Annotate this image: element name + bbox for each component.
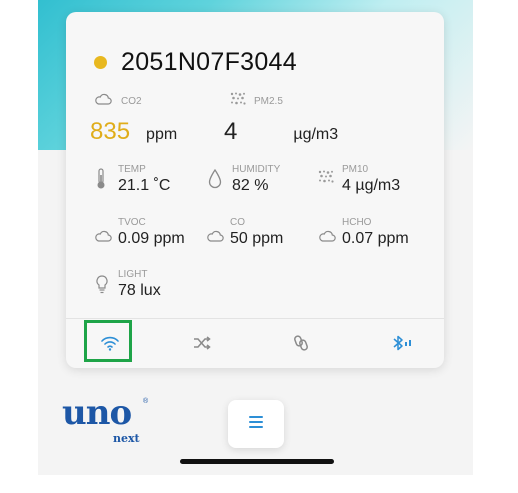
pm25-value: 4 xyxy=(224,118,238,145)
pm25-metric: PM2.5 xyxy=(230,92,283,110)
pm10-value: 4 µg/m3 xyxy=(342,177,401,194)
uno-next-logo: uno ® next xyxy=(62,396,157,448)
link-icon xyxy=(294,333,308,358)
co2-label: CO2 xyxy=(121,95,142,107)
tab-divider xyxy=(66,318,444,319)
pm10-metric: PM10 4 µg/m3 xyxy=(318,164,400,195)
cloud-icon xyxy=(206,229,224,248)
humidity-metric: HUMIDITY 82 % xyxy=(208,164,280,195)
temp-metric: TEMP 21.1 ˚C xyxy=(96,164,170,195)
co-value: 50 ppm xyxy=(230,230,284,247)
co2-value: 835 xyxy=(90,118,131,145)
lightbulb-icon xyxy=(96,275,108,300)
device-id: 2051N07F3044 xyxy=(121,48,297,76)
logo-sub: next xyxy=(113,432,140,445)
hcho-label: HCHO xyxy=(342,217,372,228)
tab-bluetooth[interactable] xyxy=(388,330,418,360)
tvoc-value: 0.09 ppm xyxy=(118,230,185,247)
tvoc-metric: TVOC 0.09 ppm xyxy=(94,217,185,248)
device-header: 2051N07F3044 xyxy=(94,48,297,77)
co2-metric: CO2 xyxy=(94,92,142,110)
pm25-reading: 4 µg/m3 xyxy=(224,118,338,146)
co2-unit: ppm xyxy=(146,126,178,143)
tab-shuffle[interactable] xyxy=(187,330,217,360)
light-value: 78 lux xyxy=(118,282,161,299)
tab-link[interactable] xyxy=(286,330,316,360)
co2-reading: 835 ppm xyxy=(90,118,177,146)
cloud-icon xyxy=(318,229,336,248)
logo-registered: ® xyxy=(143,398,149,405)
hcho-metric: HCHO 0.07 ppm xyxy=(318,217,409,248)
thermometer-icon xyxy=(96,168,106,195)
device-card[interactable]: 2051N07F3044 CO2 835 ppm PM2.5 4 µg/m3 T… xyxy=(66,12,444,368)
light-metric: LIGHT 78 lux xyxy=(96,269,161,300)
particles-icon xyxy=(318,170,334,195)
droplet-icon xyxy=(208,168,222,195)
shuffle-icon xyxy=(192,335,212,356)
cloud-icon xyxy=(94,92,112,110)
pm25-unit: µg/m3 xyxy=(293,126,339,143)
particles-icon xyxy=(230,92,246,111)
hcho-value: 0.07 ppm xyxy=(342,230,409,247)
tvoc-label: TVOC xyxy=(118,217,146,228)
menu-button[interactable] xyxy=(228,400,284,448)
status-dot xyxy=(94,56,107,69)
light-label: LIGHT xyxy=(118,269,148,280)
humidity-label: HUMIDITY xyxy=(232,164,281,175)
selected-tab-highlight xyxy=(84,320,132,362)
pm10-label: PM10 xyxy=(342,164,369,175)
bluetooth-icon xyxy=(391,334,415,357)
temp-value: 21.1 ˚C xyxy=(118,177,171,194)
cloud-icon xyxy=(94,229,112,248)
menu-icon xyxy=(248,415,264,434)
temp-label: TEMP xyxy=(118,164,146,175)
pm25-label: PM2.5 xyxy=(254,95,283,107)
co-metric: CO 50 ppm xyxy=(206,217,283,248)
co-label: CO xyxy=(230,217,245,228)
home-indicator[interactable] xyxy=(180,459,334,464)
humidity-value: 82 % xyxy=(232,177,269,194)
